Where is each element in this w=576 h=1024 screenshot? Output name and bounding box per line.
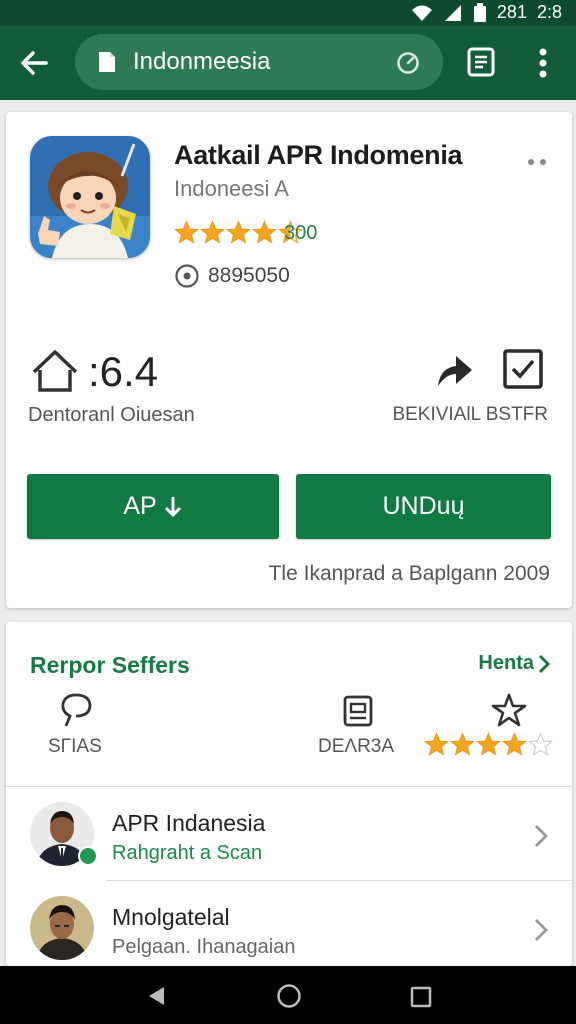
seller-name: APR Indanesia: [112, 810, 266, 836]
star-icon: [200, 220, 225, 244]
system-nav-bar: [0, 966, 576, 1024]
seller-subtitle: Pelgaan. Ihanagaian: [112, 936, 296, 958]
sellers-more-label: Henta: [478, 652, 534, 674]
avatar: [30, 896, 94, 960]
star-badge-icon[interactable]: [490, 692, 528, 728]
status-bar: 281 2:8: [0, 0, 576, 26]
sellers-more-link[interactable]: Henta: [478, 652, 550, 675]
avatar: [30, 802, 98, 866]
star-icon: [174, 220, 199, 244]
checkbox-icon[interactable]: [502, 348, 544, 390]
seller-subtitle: Rahgraht a Scan: [112, 842, 263, 864]
category-rating-stars: [424, 732, 553, 757]
app-developer[interactable]: Indoneesi A: [174, 176, 289, 202]
chevron-right-icon: [535, 825, 548, 847]
seller-row[interactable]: Mnolgatelal Pelgaan. Ihanagaian: [6, 884, 572, 976]
document-icon[interactable]: [342, 694, 374, 728]
release-info: Tle Ikanprad a Baplgann 2009: [268, 562, 550, 585]
chevron-right-icon: [535, 919, 548, 941]
page-icon: [99, 52, 115, 72]
star-icon: [424, 732, 449, 756]
back-arrow-icon[interactable]: [16, 45, 52, 81]
unduh-button-label: UNDuų: [382, 492, 465, 520]
star-icon: [450, 732, 475, 756]
category-label[interactable]: SΓΙAS: [48, 736, 102, 758]
bubble-icon[interactable]: [58, 692, 94, 728]
wifi-icon: [411, 5, 432, 21]
star-icon: [502, 732, 527, 756]
overflow-menu-icon[interactable]: [532, 46, 554, 80]
star-icon: [252, 220, 277, 244]
nav-recent-apps-icon[interactable]: [410, 986, 432, 1008]
url-bar[interactable]: Indonmeesia: [75, 34, 443, 90]
divider: [6, 786, 572, 787]
app-icon[interactable]: [30, 136, 150, 258]
nav-home-icon[interactable]: [276, 983, 302, 1009]
status-time: 2:8: [536, 2, 562, 22]
star-icon: [528, 732, 553, 756]
unduh-button[interactable]: UNDuų: [296, 474, 551, 539]
divider: [106, 880, 572, 881]
battery-icon: [473, 2, 486, 22]
clock-icon: [175, 264, 199, 288]
nav-back-icon[interactable]: [146, 985, 166, 1007]
signal-icon: [444, 4, 461, 21]
download-count: 8895050: [208, 264, 290, 287]
browser-toolbar: Indonmeesia: [0, 26, 576, 100]
status-date: 281: [496, 2, 527, 22]
home-icon: [32, 350, 78, 392]
chevron-right-icon: [538, 654, 550, 673]
url-text[interactable]: Indonmeesia: [133, 48, 270, 76]
sellers-card: Rerpor Seffers Henta SΓΙAS DEΛR3A APR In…: [6, 622, 572, 966]
ap-button-label: AP: [123, 492, 157, 520]
app-title: Aatkail APR Indomenia: [174, 140, 463, 170]
avatar-photo: [30, 896, 94, 960]
app-detail-card: Aatkail APR Indomenia Indoneesi A 300 88…: [6, 112, 572, 608]
rating-label: Dentoranl Oiuesan: [28, 404, 195, 426]
share-icon[interactable]: [434, 350, 476, 392]
ap-button[interactable]: AP: [27, 474, 279, 539]
more-options-icon[interactable]: [524, 152, 550, 172]
star-icon: [476, 732, 501, 756]
refresh-icon[interactable]: [395, 50, 421, 76]
seller-name: Mnolgatelal: [112, 904, 230, 930]
category-label[interactable]: DEΛR3A: [318, 736, 394, 758]
tab-switcher-icon[interactable]: [466, 46, 496, 78]
rating-count: 300: [284, 222, 318, 244]
rating-value: :6.4: [88, 348, 159, 395]
star-icon: [226, 220, 251, 244]
sellers-title: Rerpor Seffers: [30, 652, 190, 678]
status-icons: 281 2:8: [411, 2, 562, 23]
app-icon-artwork: [30, 136, 150, 258]
verified-badge-icon: [78, 846, 98, 866]
share-label: BEKIVIAlL BSTFR: [392, 404, 548, 425]
seller-row[interactable]: APR Indanesia Rahgraht a Scan: [6, 790, 572, 882]
download-arrow-icon: [164, 496, 181, 517]
